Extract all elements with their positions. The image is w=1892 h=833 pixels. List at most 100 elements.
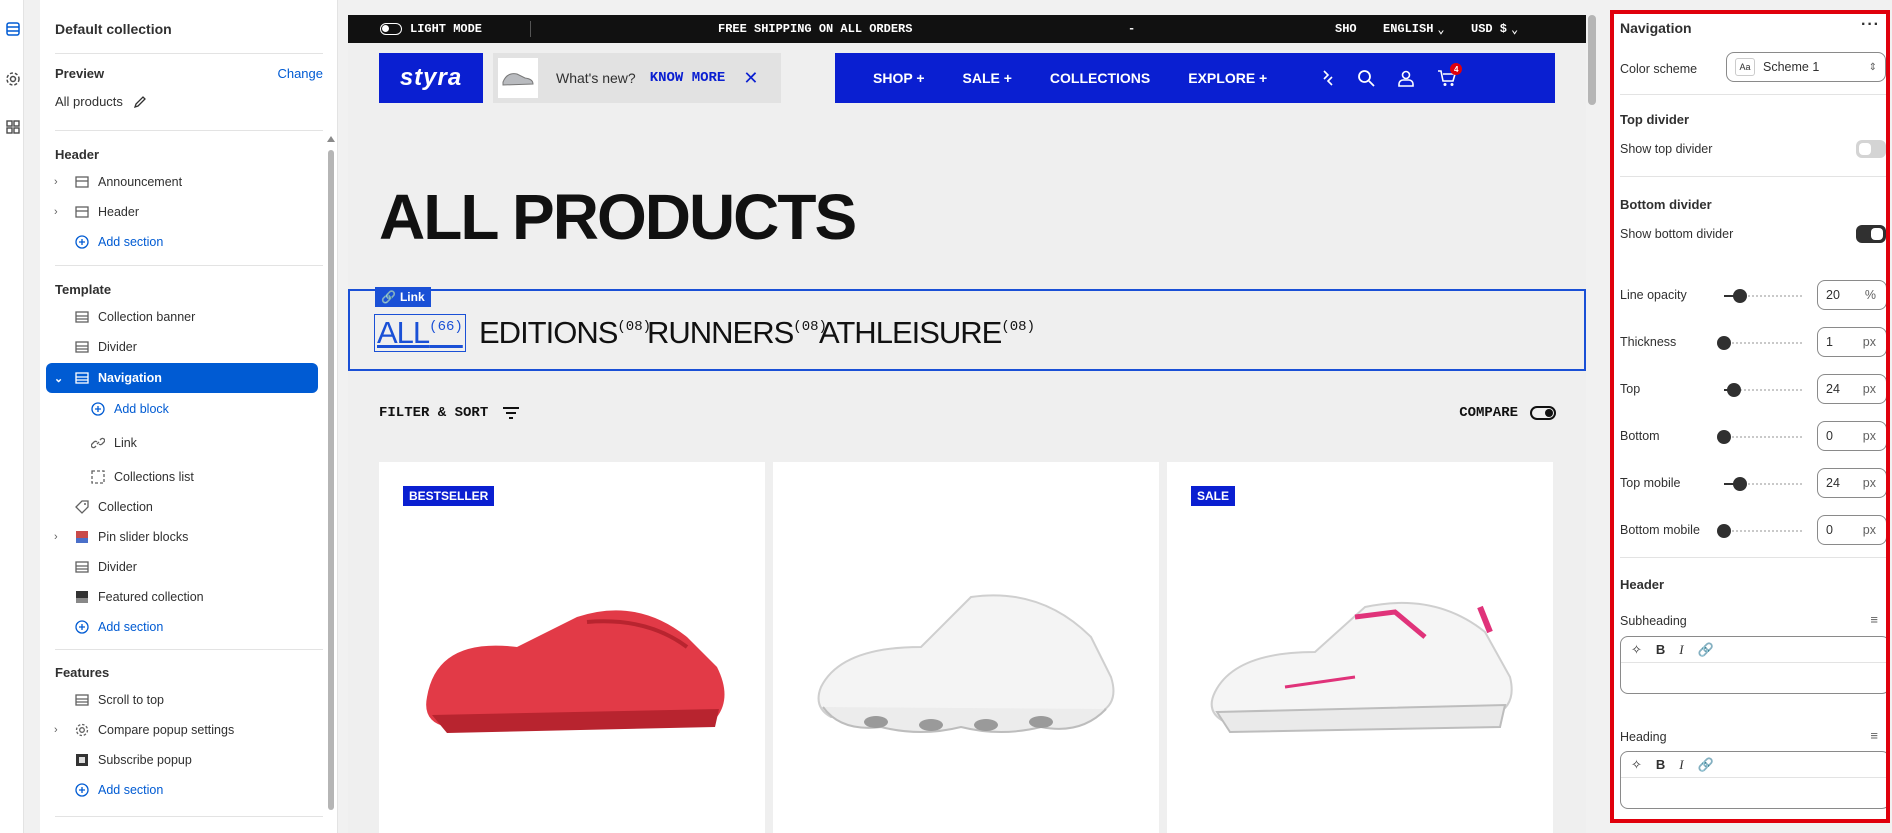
database-icon[interactable]: ≡ (1870, 728, 1878, 743)
feature-scroll-to-top[interactable]: Scroll to top (46, 687, 318, 713)
range-slider[interactable] (1724, 383, 1804, 397)
section-header[interactable]: › Header (46, 199, 318, 225)
section-featured-collection[interactable]: Featured collection (46, 584, 318, 610)
slider-knob[interactable] (1726, 383, 1741, 397)
nav-explore[interactable]: EXPLORE + (1188, 70, 1267, 86)
number-input[interactable]: 20% (1817, 280, 1886, 310)
number-input[interactable]: 1 px (1817, 327, 1886, 357)
number-input[interactable]: 24 px (1817, 468, 1886, 498)
database-icon[interactable]: ≡ (1870, 612, 1878, 627)
divider (1620, 557, 1886, 558)
search-icon[interactable] (1357, 69, 1375, 87)
italic-icon[interactable]: I (1679, 757, 1683, 773)
link-icon[interactable]: 🔗 (1698, 642, 1714, 658)
slider-knob[interactable] (1733, 289, 1747, 303)
slider-knob[interactable] (1717, 524, 1731, 538)
magic-icon[interactable]: ✧ (1631, 757, 1642, 773)
magic-icon[interactable]: ✧ (1631, 642, 1642, 658)
add-block-button[interactable]: Add block (46, 396, 318, 422)
product-card[interactable]: BESTSELLER (379, 462, 765, 833)
feature-subscribe-popup[interactable]: Subscribe popup (46, 747, 318, 773)
preview-label: Preview (55, 66, 105, 81)
tab-label: RUNNERS (647, 315, 794, 350)
section-collection[interactable]: Collection (46, 494, 318, 520)
section-announcement[interactable]: › Announcement (46, 169, 318, 195)
chevron-right-icon[interactable]: › (54, 531, 66, 543)
tab-editions[interactable]: EDITIONS(08) (479, 315, 651, 351)
cart-icon[interactable]: 4 (1437, 63, 1463, 87)
preview-canvas: LIGHT MODE FREE SHIPPING ON ALL ORDERS -… (338, 0, 1610, 833)
italic-icon[interactable]: I (1679, 642, 1683, 658)
range-slider[interactable] (1717, 430, 1804, 444)
pink-white-sneaker-image (1210, 601, 1513, 734)
pencil-icon[interactable] (133, 95, 147, 109)
number-input[interactable]: 24 px (1817, 374, 1886, 404)
tab-runners[interactable]: RUNNERS(08) (647, 315, 827, 351)
range-slider[interactable] (1717, 524, 1804, 538)
number-unit: % (1864, 288, 1876, 302)
nav-sale[interactable]: SALE + (963, 70, 1012, 86)
chevron-right-icon[interactable]: › (54, 206, 66, 218)
slider-knob[interactable] (1733, 477, 1747, 491)
section-divider-2[interactable]: Divider (46, 554, 318, 580)
section-pin-slider-blocks[interactable]: › Pin slider blocks (46, 524, 318, 550)
section-collection-banner[interactable]: Collection banner (46, 304, 318, 330)
settings-icon[interactable] (4, 70, 22, 88)
compare-toggle[interactable]: COMPARE (1459, 405, 1556, 421)
bold-icon[interactable]: B (1656, 642, 1665, 657)
link-icon[interactable]: 🔗 (1698, 757, 1714, 773)
range-slider[interactable] (1724, 477, 1804, 491)
sidebar-scrollbar[interactable] (328, 150, 334, 810)
chevron-down-icon[interactable]: ⌄ (54, 372, 66, 385)
number-input[interactable]: 0 px (1817, 515, 1886, 545)
product-card[interactable]: SALE (1167, 462, 1553, 833)
nav-shop[interactable]: SHOP + (873, 70, 925, 86)
slider-knob[interactable] (1717, 336, 1731, 350)
bold-icon[interactable]: B (1656, 757, 1665, 772)
section-navigation[interactable]: ⌄ Navigation (46, 363, 318, 393)
product-card[interactable] (773, 462, 1159, 833)
number-value: 0 (1826, 429, 1833, 443)
close-icon[interactable]: ✕ (743, 68, 758, 89)
block-link[interactable]: Link (46, 430, 318, 456)
show-top-divider-switch[interactable] (1856, 140, 1886, 158)
currency-selector[interactable]: USD $ ⌄ (1471, 22, 1518, 37)
know-more-link[interactable]: KNOW MORE (650, 70, 726, 86)
section-divider[interactable]: Divider (46, 334, 318, 360)
number-input[interactable]: 0 px (1817, 421, 1886, 451)
bottom-divider-heading: Bottom divider (1620, 197, 1712, 212)
nav-collections[interactable]: COLLECTIONS (1050, 70, 1150, 86)
compare-arrows-icon[interactable] (1319, 69, 1337, 87)
add-section-features-button[interactable]: Add section (46, 777, 318, 803)
feature-compare-popup[interactable]: › Compare popup settings (46, 717, 318, 743)
light-mode-toggle[interactable]: LIGHT MODE (380, 22, 482, 36)
subheading-editor[interactable]: ✧ B I 🔗 (1620, 636, 1886, 694)
change-link[interactable]: Change (277, 66, 323, 81)
add-section-template-button[interactable]: Add section (46, 614, 318, 640)
account-icon[interactable] (1397, 69, 1415, 87)
scroll-up-arrow-icon[interactable] (327, 136, 335, 142)
add-section-label: Add section (98, 783, 164, 797)
slider-knob[interactable] (1717, 430, 1731, 444)
chevron-right-icon[interactable]: › (54, 724, 66, 736)
collection-navigation-section[interactable]: 🔗 Link ALL(66) EDITIONS(08) RUNNERS(08) … (348, 287, 1586, 371)
preview-scrollbar[interactable] (1588, 15, 1596, 105)
tab-all[interactable]: ALL(66) (374, 314, 466, 352)
color-scheme-select[interactable]: Aa Scheme 1 ⇕ (1726, 52, 1886, 82)
range-slider[interactable] (1724, 289, 1804, 303)
sections-icon[interactable] (4, 20, 22, 38)
layout-icon (74, 559, 90, 575)
link-block-badge: 🔗 Link (375, 287, 431, 307)
apps-icon[interactable] (4, 118, 22, 136)
filter-sort-button[interactable]: FILTER & SORT (379, 405, 520, 421)
store-logo[interactable]: styra (379, 53, 483, 103)
chevron-right-icon[interactable]: › (54, 176, 66, 188)
more-options-icon[interactable]: ··· (1861, 16, 1880, 34)
tab-athleisure[interactable]: ATHLEISURE(08) (819, 315, 1035, 351)
add-section-header-button[interactable]: Add section (46, 229, 318, 255)
range-slider[interactable] (1717, 336, 1804, 350)
block-collections-list[interactable]: Collections list (46, 464, 318, 490)
language-selector[interactable]: ENGLISH ⌄ (1383, 22, 1445, 37)
show-bottom-divider-switch[interactable] (1856, 225, 1886, 243)
heading-editor[interactable]: ✧ B I 🔗 (1620, 751, 1886, 809)
